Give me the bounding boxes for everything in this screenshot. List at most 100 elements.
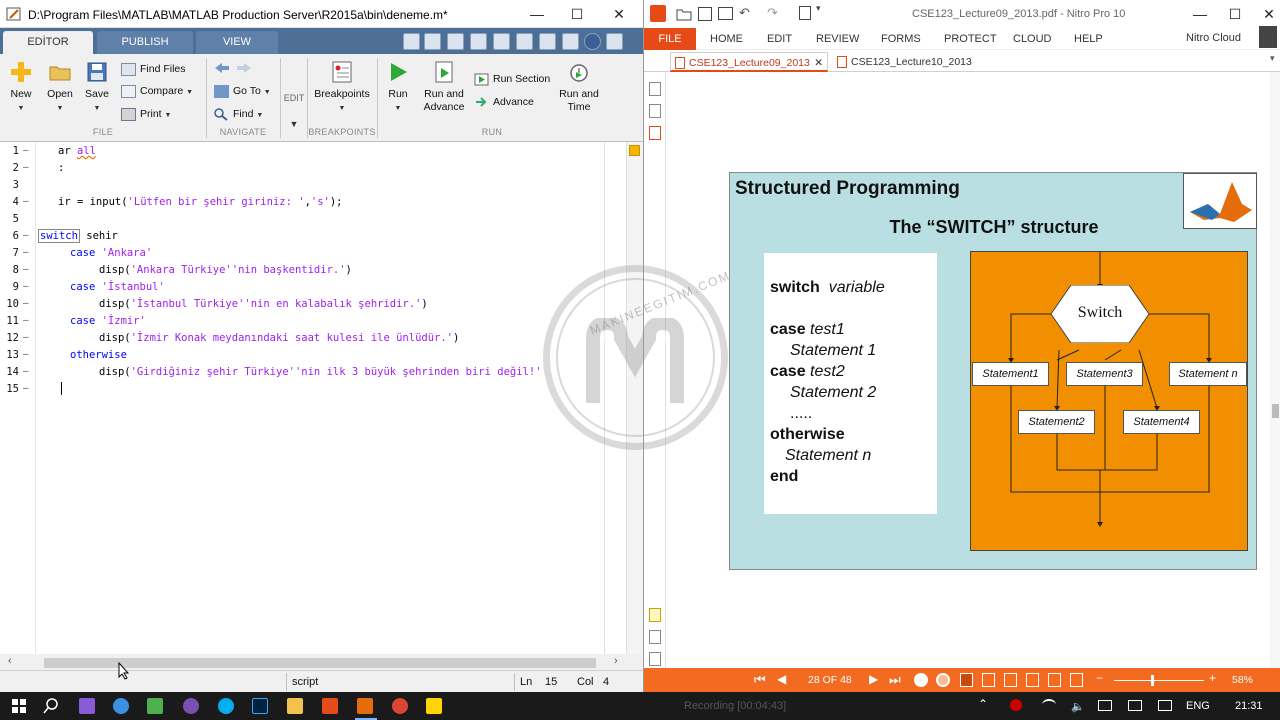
windows-start-icon[interactable]	[12, 699, 26, 713]
menu-cloud[interactable]: CLOUD	[1013, 33, 1052, 45]
minimize-button[interactable]: —	[1189, 4, 1211, 24]
forward-arrow-icon[interactable]	[236, 62, 252, 74]
wifi-icon[interactable]	[1042, 699, 1056, 711]
chrome-icon[interactable]	[392, 698, 408, 714]
tab-view[interactable]: VIEW	[196, 31, 278, 54]
menu-protect[interactable]: PROTECT	[944, 33, 997, 45]
quick-access-undo-icon[interactable]	[516, 33, 533, 50]
breakpoint-marker[interactable]: –	[23, 349, 29, 360]
maximize-button[interactable]: ☐	[566, 4, 588, 24]
skype-icon[interactable]	[218, 698, 234, 714]
feather-app-icon[interactable]	[79, 698, 95, 714]
pdf-viewer[interactable]: Structured Programming The “SWITCH” stru…	[666, 72, 1270, 668]
bookmarks-panel-icon[interactable]	[649, 104, 661, 118]
breakpoint-marker[interactable]: –	[23, 145, 29, 156]
quick-access-copy-icon[interactable]	[470, 33, 487, 50]
last-page-icon[interactable]: ⏭	[889, 672, 901, 688]
quick-access-redo-icon[interactable]	[539, 33, 556, 50]
forward-view-icon[interactable]	[936, 673, 950, 687]
file-explorer-icon[interactable]	[287, 698, 303, 714]
breakpoints-button[interactable]: Breakpoints ▼	[312, 60, 372, 115]
customize-toolbar-icon[interactable]: ▾	[816, 3, 821, 14]
breakpoint-marker[interactable]: –	[23, 230, 29, 241]
save-icon[interactable]	[698, 7, 712, 21]
search-icon[interactable]	[43, 698, 59, 714]
fit-width-icon[interactable]	[1070, 673, 1083, 687]
new-button[interactable]: New ▼	[6, 60, 36, 115]
menu-edit[interactable]: EDIT	[767, 33, 792, 45]
save-button[interactable]: Save ▼	[82, 60, 112, 115]
run-and-time-button[interactable]: Run and Time	[556, 60, 602, 114]
close-button[interactable]: ✕	[1258, 4, 1280, 24]
photoshop-icon[interactable]	[252, 698, 268, 714]
close-tab-icon[interactable]: ✕	[814, 53, 823, 73]
open-folder-icon[interactable]	[676, 7, 692, 21]
input-language[interactable]: ENG	[1186, 700, 1210, 712]
battery-icon[interactable]	[1098, 700, 1112, 711]
breakpoint-marker[interactable]: –	[23, 383, 29, 394]
output-panel-icon[interactable]	[649, 652, 661, 666]
notification-sync-icon[interactable]	[1128, 700, 1142, 711]
code-editor[interactable]: 1 2 3 4 5 6 7 8 9 10 11 12 13 14 15 – – …	[0, 142, 643, 654]
scroll-right-icon[interactable]: ›	[614, 655, 618, 667]
zoom-level[interactable]: 58%	[1232, 674, 1253, 686]
single-page-view-icon[interactable]	[960, 673, 973, 687]
quick-access-search-icon[interactable]	[403, 33, 420, 50]
record-icon[interactable]	[1010, 699, 1022, 711]
maximize-button[interactable]: ☐	[1224, 4, 1246, 24]
ribbon-collapse-icon[interactable]	[606, 33, 623, 50]
open-button[interactable]: Open ▼	[44, 60, 76, 115]
back-arrow-icon[interactable]	[214, 62, 230, 74]
breakpoint-marker[interactable]: –	[23, 366, 29, 377]
print-icon[interactable]	[718, 7, 733, 20]
clock-time[interactable]: 21:31	[1235, 700, 1263, 712]
matlab-taskbar-icon[interactable]	[357, 698, 373, 714]
comments-panel-icon[interactable]	[649, 608, 661, 622]
menu-home[interactable]: HOME	[710, 33, 743, 45]
previous-page-icon[interactable]: ◀	[777, 672, 786, 686]
tab-editor[interactable]: EDİTOR	[3, 31, 93, 54]
nitro-cloud-account[interactable]: Nitro Cloud	[1186, 32, 1241, 44]
attachments-panel-icon[interactable]	[649, 126, 661, 140]
doc-tab-lecture09[interactable]: CSE123_Lecture09_2013 ✕	[670, 52, 828, 72]
menu-help[interactable]: HELP	[1074, 33, 1103, 45]
help-icon[interactable]	[584, 33, 601, 50]
attachment-clip-icon[interactable]	[649, 630, 661, 644]
back-view-icon[interactable]	[914, 673, 928, 687]
run-and-advance-button[interactable]: Run and Advance	[420, 60, 468, 114]
print-button[interactable]: Print ▼	[121, 105, 171, 123]
quick-access-cut-icon[interactable]	[447, 33, 464, 50]
fit-page-icon[interactable]	[1048, 673, 1061, 687]
go-to-button[interactable]: Go To ▼	[214, 82, 271, 100]
breakpoint-marker[interactable]: –	[23, 298, 29, 309]
tab-list-chevron-icon[interactable]: ▾	[1270, 53, 1275, 64]
run-button[interactable]: Run ▼	[382, 60, 414, 115]
breakpoint-marker[interactable]: –	[23, 162, 29, 173]
nitro-taskbar-icon[interactable]	[322, 698, 338, 714]
keyboard-icon[interactable]	[1158, 700, 1172, 711]
app-icon[interactable]	[147, 698, 163, 714]
zoom-slider-handle[interactable]	[1151, 675, 1154, 686]
breakpoint-marker[interactable]: –	[23, 247, 29, 258]
notes-app-icon[interactable]	[426, 698, 442, 714]
volume-icon[interactable]: 🔈	[1071, 700, 1085, 713]
breakpoint-marker[interactable]: –	[23, 315, 29, 326]
compare-button[interactable]: Compare ▼	[121, 82, 193, 100]
quick-access-paste-icon[interactable]	[493, 33, 510, 50]
breakpoint-marker[interactable]: –	[23, 281, 29, 292]
breakpoint-marker[interactable]: –	[23, 332, 29, 343]
zoom-out-icon[interactable]: −	[1096, 671, 1103, 685]
browser-icon[interactable]	[113, 698, 129, 714]
account-avatar[interactable]	[1259, 26, 1277, 48]
first-page-icon[interactable]: ⏮	[754, 672, 766, 688]
warning-indicator-icon[interactable]	[629, 145, 640, 156]
zoom-slider[interactable]	[1114, 680, 1204, 681]
pdf-scroll-thumb[interactable]	[1272, 404, 1279, 418]
advance-button[interactable]: Advance	[474, 93, 534, 111]
find-files-button[interactable]: Find Files	[121, 60, 186, 78]
pages-panel-icon[interactable]	[649, 82, 661, 96]
close-button[interactable]: ✕	[608, 4, 630, 24]
media-app-icon[interactable]	[183, 698, 199, 714]
pdf-vertical-scrollbar[interactable]	[1270, 72, 1280, 668]
menu-forms[interactable]: FORMS	[881, 33, 921, 45]
